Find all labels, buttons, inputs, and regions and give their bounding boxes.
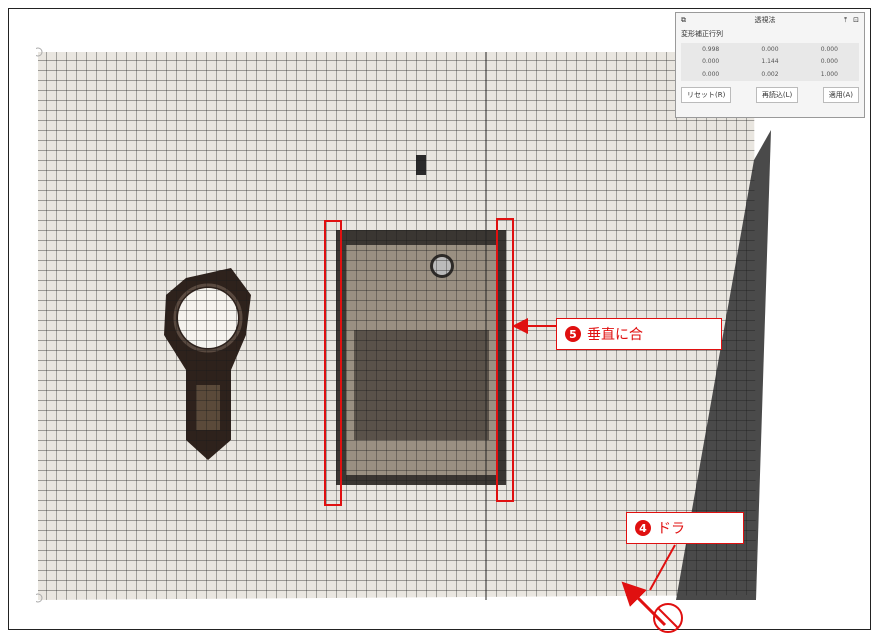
reload-button[interactable]: 再読込(L) — [755, 87, 799, 103]
callout-step-4: 4 ドラ — [626, 512, 744, 544]
panel-icon: ⧉ — [681, 15, 686, 24]
upload-icon[interactable]: ⤒ — [844, 16, 847, 25]
matrix-cell: 0.000 — [702, 71, 720, 79]
callout-step-5: 5 垂直に合 — [556, 318, 722, 350]
matrix-cell: 0.002 — [761, 71, 779, 79]
matrix-cell: 1.000 — [820, 71, 838, 79]
matrix-cell: 0.000 — [702, 58, 720, 66]
callout-text: ドラ — [657, 521, 685, 537]
panel-title: 透視法 — [754, 16, 776, 24]
matrix-cell: 1.144 — [761, 58, 779, 66]
matrix-cell: 0.000 — [820, 45, 838, 53]
panel-subtitle: 変形補正行列 — [681, 30, 723, 38]
step-number-badge: 4 — [635, 520, 651, 536]
panel-titlebar[interactable]: ⧉ 透視法 ⤒ ⊡ — [676, 13, 864, 27]
apply-button[interactable]: 適用(A) — [822, 87, 859, 103]
left-vertical-highlight — [324, 220, 342, 506]
reset-button[interactable]: リセット(R) — [681, 87, 732, 103]
step-number-badge: 5 — [565, 326, 581, 342]
matrix-cell: 0.000 — [761, 45, 779, 53]
perspective-panel[interactable]: ⧉ 透視法 ⤒ ⊡ 変形補正行列 0.998 0.000 0.000 0.000… — [675, 12, 865, 118]
right-vertical-highlight — [496, 218, 514, 502]
matrix-cell: 0.000 — [820, 58, 838, 66]
close-icon[interactable]: ⊡ — [853, 16, 859, 25]
transform-matrix: 0.998 0.000 0.000 0.000 1.144 0.000 0.00… — [681, 43, 859, 81]
matrix-cell: 0.998 — [702, 45, 720, 53]
callout-text: 垂直に合 — [587, 327, 643, 343]
